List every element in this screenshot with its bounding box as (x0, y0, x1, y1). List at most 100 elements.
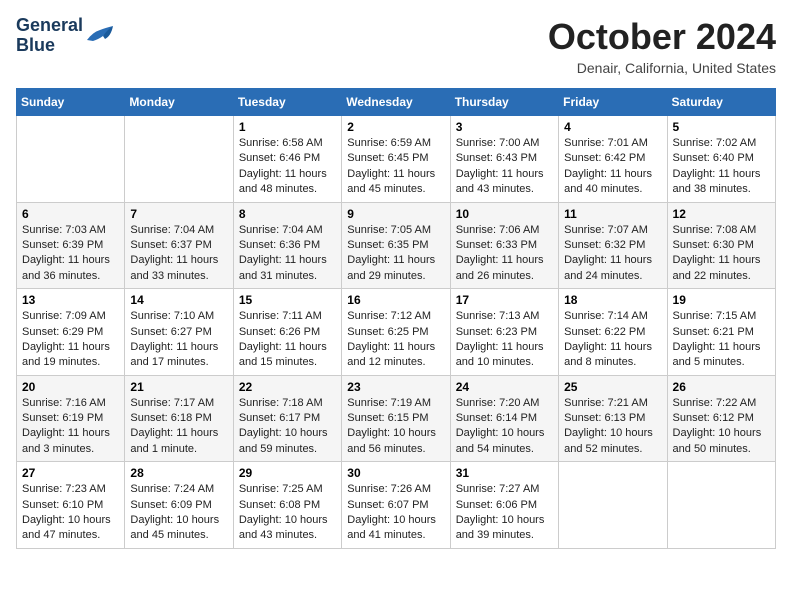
calendar-cell: 6 Sunrise: 7:03 AMSunset: 6:39 PMDaylight… (17, 202, 125, 289)
calendar-cell: 9Sunrise: 7:05 AMSunset: 6:35 PMDaylight… (342, 202, 450, 289)
day-number: 2 (347, 120, 444, 134)
day-number: 3 (456, 120, 553, 134)
calendar-cell: 10Sunrise: 7:06 AMSunset: 6:33 PMDayligh… (450, 202, 558, 289)
weekday-header-wednesday: Wednesday (342, 89, 450, 116)
day-info: Sunrise: 7:25 AMSunset: 6:08 PMDaylight:… (239, 482, 336, 544)
calendar-cell: 27Sunrise: 7:23 AMSunset: 6:10 PMDayligh… (17, 462, 125, 549)
day-number: 20 (22, 380, 119, 394)
day-number: 12 (673, 207, 770, 221)
day-info: Sunrise: 7:19 AMSunset: 6:15 PMDaylight:… (347, 396, 444, 458)
calendar-body: 1 Sunrise: 6:58 AMSunset: 6:46 PMDaylight… (17, 116, 776, 549)
day-info: Sunrise: 7:27 AMSunset: 6:06 PMDaylight:… (456, 482, 553, 544)
day-number: 4 (564, 120, 661, 134)
calendar-cell: 26Sunrise: 7:22 AMSunset: 6:12 PMDayligh… (667, 375, 775, 462)
calendar-cell: 13 Sunrise: 7:09 AMSunset: 6:29 PMDayligh… (17, 289, 125, 376)
calendar-cell: 15 Sunrise: 7:11 AMSunset: 6:26 PMDayligh… (233, 289, 341, 376)
day-number: 6 (22, 207, 119, 221)
calendar-cell (667, 462, 775, 549)
day-info: Sunrise: 7:14 AMSunset: 6:22 PMDaylight:… (564, 309, 661, 371)
day-number: 25 (564, 380, 661, 394)
calendar-cell: 11Sunrise: 7:07 AMSunset: 6:32 PMDayligh… (559, 202, 667, 289)
day-number: 13 (22, 293, 119, 307)
day-info: Sunrise: 6:59 AMSunset: 6:45 PMDaylight:… (347, 136, 444, 198)
calendar-cell (559, 462, 667, 549)
calendar-cell: 19 Sunrise: 7:15 AMSunset: 6:21 PMDayligh… (667, 289, 775, 376)
page-header: GeneralBlue October 2024 Denair, Califor… (16, 16, 776, 76)
day-info: Sunrise: 7:21 AMSunset: 6:13 PMDaylight:… (564, 396, 661, 458)
day-number: 23 (347, 380, 444, 394)
calendar-cell: 7 Sunrise: 7:04 AMSunset: 6:37 PMDaylight… (125, 202, 233, 289)
day-number: 8 (239, 207, 336, 221)
day-number: 14 (130, 293, 227, 307)
day-info: Sunrise: 7:10 AMSunset: 6:27 PMDaylight:… (130, 309, 227, 371)
day-info: Sunrise: 7:00 AMSunset: 6:43 PMDaylight:… (456, 136, 553, 198)
weekday-header-thursday: Thursday (450, 89, 558, 116)
weekday-header-saturday: Saturday (667, 89, 775, 116)
day-number: 15 (239, 293, 336, 307)
calendar-header-row: SundayMondayTuesdayWednesdayThursdayFrid… (17, 89, 776, 116)
weekday-header-sunday: Sunday (17, 89, 125, 116)
calendar-week-row: 1 Sunrise: 6:58 AMSunset: 6:46 PMDaylight… (17, 116, 776, 203)
day-number: 19 (673, 293, 770, 307)
day-number: 10 (456, 207, 553, 221)
calendar-week-row: 27Sunrise: 7:23 AMSunset: 6:10 PMDayligh… (17, 462, 776, 549)
day-info: Sunrise: 7:04 AMSunset: 6:36 PMDaylight:… (239, 223, 336, 285)
calendar-cell: 2 Sunrise: 6:59 AMSunset: 6:45 PMDaylight… (342, 116, 450, 203)
day-number: 7 (130, 207, 227, 221)
day-number: 17 (456, 293, 553, 307)
calendar-week-row: 6 Sunrise: 7:03 AMSunset: 6:39 PMDaylight… (17, 202, 776, 289)
day-info: Sunrise: 7:16 AMSunset: 6:19 PMDaylight:… (22, 396, 119, 458)
day-number: 22 (239, 380, 336, 394)
day-number: 24 (456, 380, 553, 394)
day-number: 28 (130, 466, 227, 480)
day-info: Sunrise: 7:17 AMSunset: 6:18 PMDaylight:… (130, 396, 227, 458)
month-title: October 2024 (548, 16, 776, 58)
day-info: Sunrise: 7:12 AMSunset: 6:25 PMDaylight:… (347, 309, 444, 371)
logo: GeneralBlue (16, 16, 115, 56)
calendar-cell (17, 116, 125, 203)
calendar-cell: 1 Sunrise: 6:58 AMSunset: 6:46 PMDaylight… (233, 116, 341, 203)
calendar-cell: 12 Sunrise: 7:08 AMSunset: 6:30 PMDayligh… (667, 202, 775, 289)
calendar-week-row: 13 Sunrise: 7:09 AMSunset: 6:29 PMDayligh… (17, 289, 776, 376)
title-block: October 2024 Denair, California, United … (548, 16, 776, 76)
calendar-table: SundayMondayTuesdayWednesdayThursdayFrid… (16, 88, 776, 549)
logo-bird-icon (85, 22, 115, 46)
day-info: Sunrise: 7:11 AMSunset: 6:26 PMDaylight:… (239, 309, 336, 371)
calendar-cell: 4 Sunrise: 7:01 AMSunset: 6:42 PMDaylight… (559, 116, 667, 203)
day-info: Sunrise: 7:20 AMSunset: 6:14 PMDaylight:… (456, 396, 553, 458)
day-number: 30 (347, 466, 444, 480)
day-info: Sunrise: 7:15 AMSunset: 6:21 PMDaylight:… (673, 309, 770, 371)
day-number: 1 (239, 120, 336, 134)
weekday-header-tuesday: Tuesday (233, 89, 341, 116)
day-info: Sunrise: 7:09 AMSunset: 6:29 PMDaylight:… (22, 309, 119, 371)
calendar-cell: 22 Sunrise: 7:18 AMSunset: 6:17 PMDayligh… (233, 375, 341, 462)
day-number: 11 (564, 207, 661, 221)
day-info: Sunrise: 7:03 AMSunset: 6:39 PMDaylight:… (22, 223, 119, 285)
day-number: 21 (130, 380, 227, 394)
day-info: Sunrise: 7:23 AMSunset: 6:10 PMDaylight:… (22, 482, 119, 544)
calendar-cell: 23 Sunrise: 7:19 AMSunset: 6:15 PMDayligh… (342, 375, 450, 462)
day-info: Sunrise: 7:01 AMSunset: 6:42 PMDaylight:… (564, 136, 661, 198)
day-info: Sunrise: 7:26 AMSunset: 6:07 PMDaylight:… (347, 482, 444, 544)
day-info: Sunrise: 7:02 AMSunset: 6:40 PMDaylight:… (673, 136, 770, 198)
day-info: Sunrise: 6:58 AMSunset: 6:46 PMDaylight:… (239, 136, 336, 198)
calendar-cell: 28Sunrise: 7:24 AMSunset: 6:09 PMDayligh… (125, 462, 233, 549)
calendar-cell: 25 Sunrise: 7:21 AMSunset: 6:13 PMDayligh… (559, 375, 667, 462)
day-number: 31 (456, 466, 553, 480)
day-number: 9 (347, 207, 444, 221)
day-info: Sunrise: 7:04 AMSunset: 6:37 PMDaylight:… (130, 223, 227, 285)
day-info: Sunrise: 7:08 AMSunset: 6:30 PMDaylight:… (673, 223, 770, 285)
location: Denair, California, United States (548, 60, 776, 76)
day-number: 18 (564, 293, 661, 307)
calendar-cell: 31 Sunrise: 7:27 AMSunset: 6:06 PMDayligh… (450, 462, 558, 549)
day-number: 26 (673, 380, 770, 394)
logo-text: GeneralBlue (16, 16, 83, 56)
calendar-cell: 5Sunrise: 7:02 AMSunset: 6:40 PMDaylight… (667, 116, 775, 203)
calendar-week-row: 20 Sunrise: 7:16 AMSunset: 6:19 PMDayligh… (17, 375, 776, 462)
calendar-cell: 29 Sunrise: 7:25 AMSunset: 6:08 PMDayligh… (233, 462, 341, 549)
calendar-cell: 20 Sunrise: 7:16 AMSunset: 6:19 PMDayligh… (17, 375, 125, 462)
day-info: Sunrise: 7:18 AMSunset: 6:17 PMDaylight:… (239, 396, 336, 458)
day-number: 29 (239, 466, 336, 480)
calendar-cell: 14 Sunrise: 7:10 AMSunset: 6:27 PMDayligh… (125, 289, 233, 376)
calendar-cell: 8 Sunrise: 7:04 AMSunset: 6:36 PMDaylight… (233, 202, 341, 289)
